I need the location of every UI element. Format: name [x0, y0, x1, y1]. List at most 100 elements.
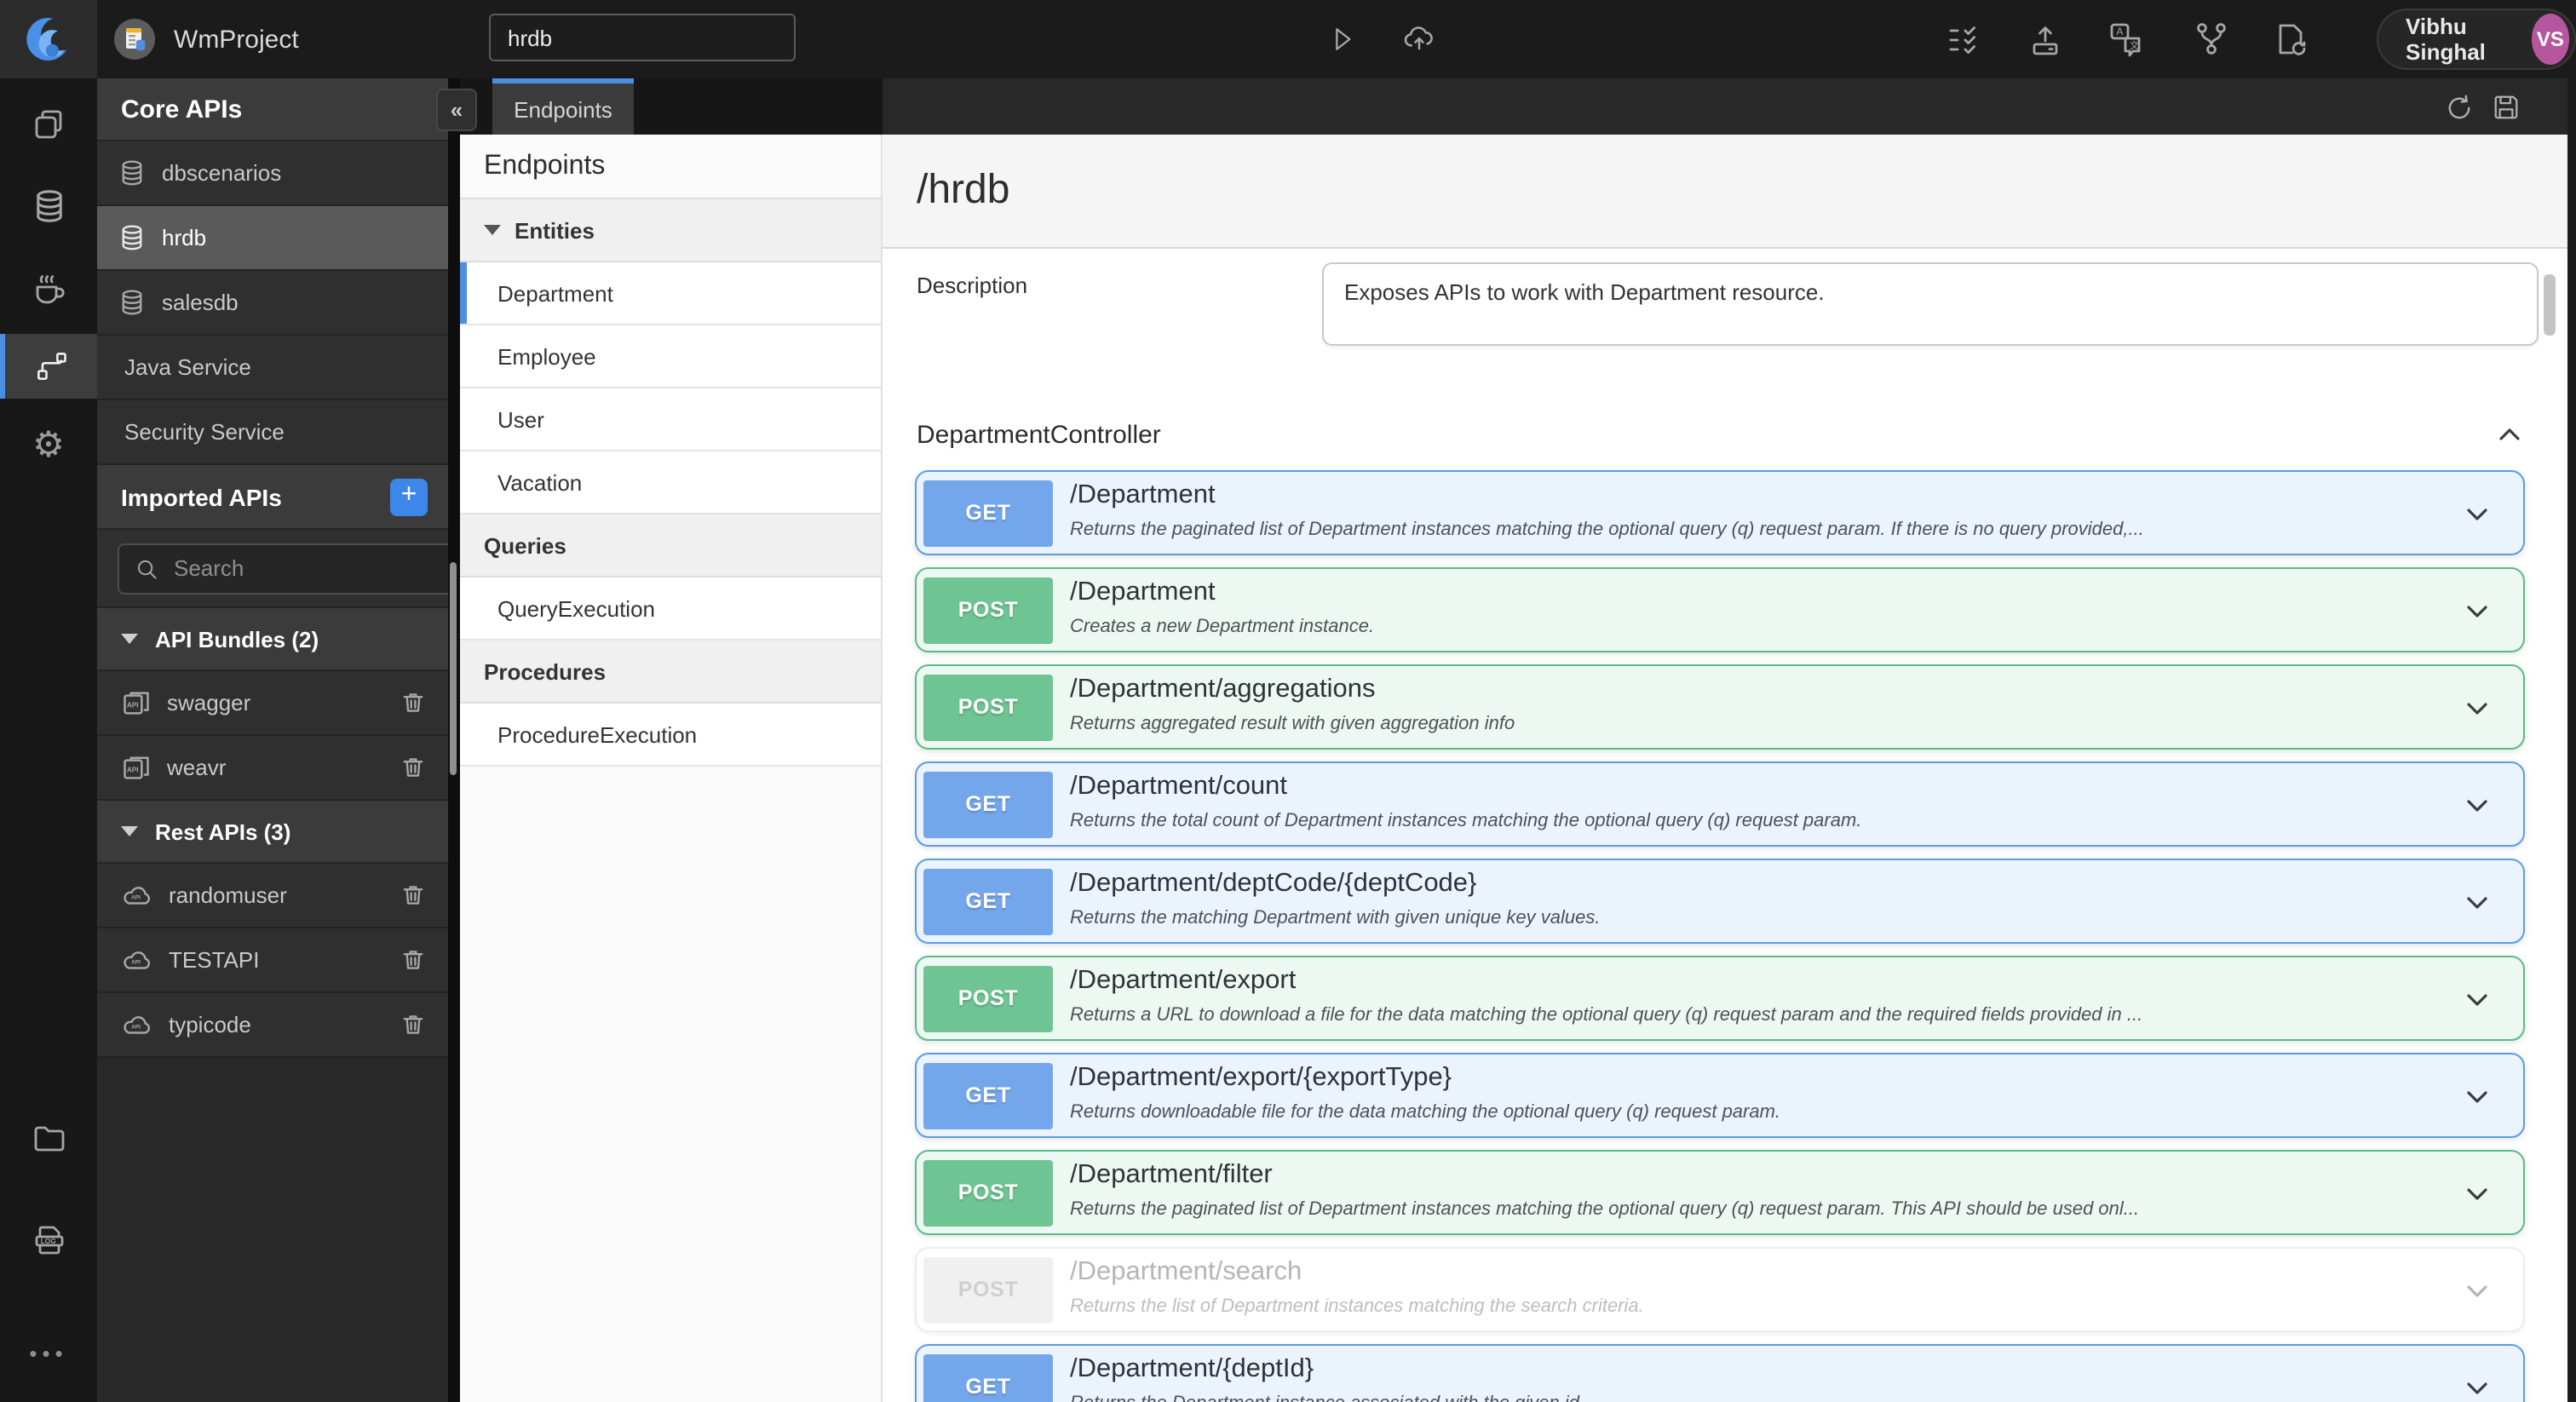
list-item-randomuser[interactable]: API randomuser [97, 864, 448, 928]
procedure-item-procedureexecution[interactable]: ProcedureExecution [460, 704, 881, 767]
controller-name: DepartmentController [917, 420, 1161, 449]
search-input[interactable] [170, 554, 477, 583]
chevron-down-icon[interactable] [2462, 693, 2493, 724]
entity-item-department[interactable]: Department [460, 262, 881, 325]
panel-scrollbar-thumb[interactable] [450, 562, 457, 775]
localization-button[interactable]: A 文 [2107, 20, 2145, 58]
panel-scrollbar-track [448, 78, 460, 1402]
method-badge: POST [923, 1159, 1053, 1226]
endpoint-card[interactable]: GET /Department/count Returns the total … [915, 761, 2525, 847]
endpoint-card[interactable]: GET /Department/export/{exportType} Retu… [915, 1053, 2525, 1138]
user-menu[interactable]: Vibhu Singhal VS [2377, 9, 2576, 70]
endpoint-card[interactable]: POST /Department/filter Returns the pagi… [915, 1150, 2525, 1235]
entity-item-vacation[interactable]: Vacation [460, 451, 881, 514]
preview-upload-button[interactable] [1400, 20, 1438, 58]
endpoint-card[interactable]: GET /Department Returns the paginated li… [915, 470, 2525, 555]
entity-item-employee[interactable]: Employee [460, 325, 881, 388]
chevron-down-icon[interactable] [2462, 790, 2493, 821]
chevron-down-icon[interactable] [2462, 499, 2493, 530]
deploy-icon [2032, 26, 2057, 55]
method-badge: GET [923, 1062, 1053, 1129]
brand-logo[interactable] [0, 0, 97, 78]
list-item-swagger[interactable]: API swagger [97, 671, 448, 736]
run-button[interactable] [1324, 20, 1361, 58]
delete-icon[interactable] [399, 688, 428, 717]
description-field[interactable]: Exposes APIs to work with Department res… [1322, 262, 2539, 346]
endpoint-card-disabled[interactable]: POST /Department/search Returns the list… [915, 1247, 2525, 1332]
controller-header[interactable]: DepartmentController [917, 419, 2525, 450]
endpoint-description: Returns the list of Department instances… [1070, 1296, 1644, 1317]
endpoints-panel: Endpoints Entities Department Employee U… [460, 135, 883, 1402]
method-badge: POST [923, 674, 1053, 740]
section-entities[interactable]: Entities [460, 199, 881, 262]
endpoint-card[interactable]: GET /Department/deptCode/{deptCode} Retu… [915, 859, 2525, 944]
list-item-typicode[interactable]: API typicode [97, 993, 448, 1058]
sidebar-item-hrdb[interactable]: hrdb [97, 206, 448, 271]
list-item-weavr[interactable]: API weavr [97, 736, 448, 801]
sidebar-item-java-service[interactable]: Java Service [97, 336, 448, 400]
sidebar-item-salesdb[interactable]: salesdb [97, 271, 448, 336]
collapse-panel-button[interactable]: « [436, 89, 477, 131]
svg-text:A: A [2116, 26, 2123, 37]
apis-icon [37, 353, 66, 380]
sidebar-item-label: Security Service [124, 419, 285, 445]
sidebar-item-dbscenarios[interactable]: dbscenarios [97, 141, 448, 206]
delete-icon[interactable] [399, 753, 428, 782]
delete-icon[interactable] [399, 881, 428, 910]
endpoint-card[interactable]: POST /Department/export Returns a URL to… [915, 956, 2525, 1041]
export-project-button[interactable] [2026, 20, 2063, 58]
entity-item-user[interactable]: User [460, 388, 881, 451]
section-queries[interactable]: Queries [460, 514, 881, 577]
task-list-button[interactable] [1944, 20, 1981, 58]
entity-label: User [497, 406, 544, 432]
service-search-input[interactable] [489, 14, 796, 61]
group-api-bundles[interactable]: API Bundles (2) [97, 608, 448, 671]
sidebar-item-security-service[interactable]: Security Service [97, 400, 448, 465]
rail-item-settings[interactable]: ⚙ [0, 412, 97, 477]
add-imported-api-button[interactable]: + [390, 478, 428, 515]
search-box[interactable] [118, 543, 494, 594]
rail-item-database[interactable] [0, 174, 97, 238]
file-sync-button[interactable] [2273, 20, 2310, 58]
delete-icon[interactable] [399, 945, 428, 974]
svg-text:API: API [127, 700, 139, 708]
tab-endpoints[interactable]: Endpoints [492, 78, 634, 135]
entity-label: Employee [497, 343, 596, 369]
play-icon [1336, 28, 1351, 50]
rail-item-files[interactable] [0, 1106, 97, 1170]
chevron-down-icon[interactable] [2462, 985, 2493, 1015]
chevron-down-icon[interactable] [2462, 1179, 2493, 1210]
endpoint-card[interactable]: POST /Department/aggregations Returns ag… [915, 664, 2525, 750]
endpoint-card[interactable]: GET /Department/{deptId} Returns the Dep… [915, 1344, 2525, 1402]
pages-icon [35, 109, 62, 138]
rail-item-more[interactable]: ••• [0, 1320, 97, 1385]
endpoint-description: Returns the total count of Department in… [1070, 811, 1862, 831]
refresh-button[interactable] [2438, 87, 2479, 128]
rail-item-apis[interactable] [0, 334, 97, 399]
chevron-down-icon[interactable] [2462, 888, 2493, 918]
group-rest-apis[interactable]: Rest APIs (3) [97, 801, 448, 864]
query-item-queryexecution[interactable]: QueryExecution [460, 577, 881, 641]
endpoint-description: Returns a URL to download a file for the… [1070, 1005, 2143, 1026]
endpoint-card[interactable]: POST /Department Creates a new Departmen… [915, 567, 2525, 652]
chevron-down-icon[interactable] [2462, 1373, 2493, 1402]
list-item-label: swagger [167, 690, 251, 715]
database-icon [122, 225, 142, 250]
save-button[interactable] [2486, 87, 2527, 128]
delete-icon[interactable] [399, 1010, 428, 1039]
main-scrollbar-thumb[interactable] [2544, 274, 2556, 336]
rail-item-java-services[interactable] [0, 256, 97, 320]
svg-text:API: API [131, 894, 141, 900]
chevron-up-icon[interactable] [2494, 419, 2525, 450]
group-label: API Bundles (2) [155, 626, 319, 652]
rail-item-pages[interactable] [0, 92, 97, 157]
version-control-button[interactable] [2193, 20, 2230, 58]
list-item-testapi[interactable]: API TESTAPI [97, 928, 448, 993]
chevron-down-icon[interactable] [2462, 1276, 2493, 1307]
project-switcher[interactable]: WmProject [112, 0, 299, 78]
section-procedures[interactable]: Procedures [460, 641, 881, 704]
chevron-down-icon[interactable] [2462, 1082, 2493, 1112]
rail-item-logs[interactable]: LOG [0, 1208, 97, 1273]
chevron-down-icon[interactable] [2462, 596, 2493, 627]
list-item-label: typicode [169, 1012, 251, 1037]
